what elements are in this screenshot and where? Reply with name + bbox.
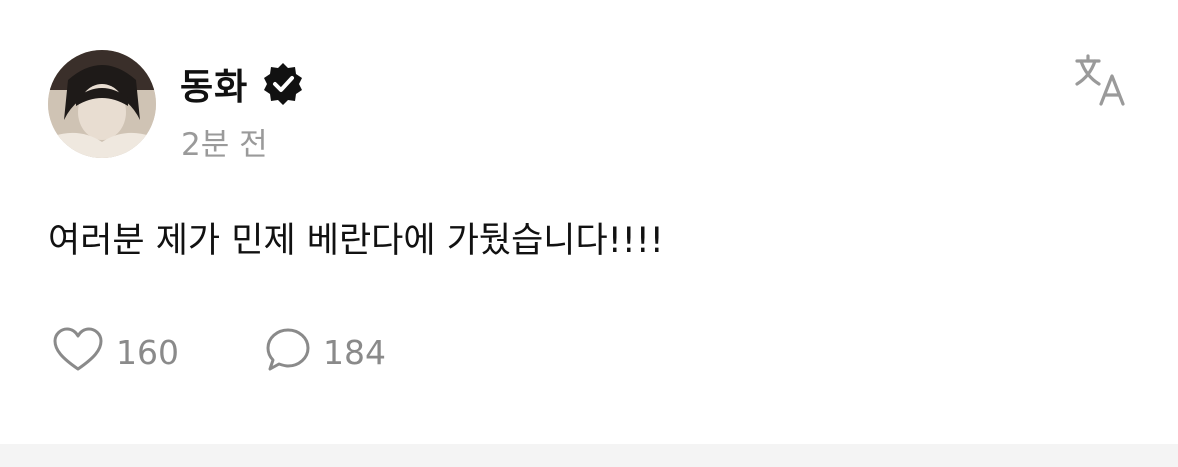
avatar[interactable] [48,50,156,158]
heart-icon [52,327,104,377]
comment-button[interactable]: 184 [265,328,386,376]
comment-count: 184 [323,332,386,372]
author-row: 동화 [180,56,306,112]
like-button[interactable]: 160 [52,327,179,377]
author-name[interactable]: 동화 [180,58,248,110]
bottom-divider [0,444,1178,467]
like-count: 160 [116,332,179,372]
post-text: 여러분 제가 민제 베란다에 가뒀습니다!!!! [48,221,664,261]
translate-icon[interactable] [1074,54,1130,108]
comment-bubble-icon [265,327,311,377]
post-timestamp: 2분 전 [181,127,268,163]
post-card: 동화 2분 전 여러분 제가 민제 베란다에 가뒀습니다!!!! 160 184 [0,0,1178,444]
verified-badge-icon [260,61,306,107]
